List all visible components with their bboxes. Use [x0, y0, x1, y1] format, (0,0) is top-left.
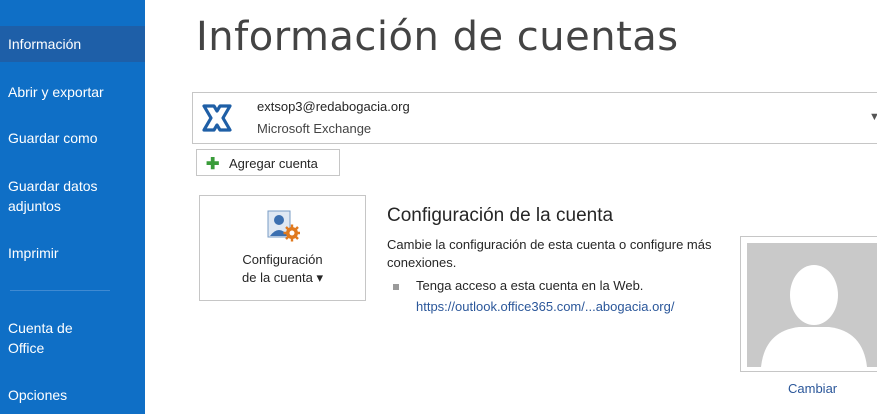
sidebar-item-label: Guardar como — [8, 130, 98, 146]
sidebar-item-abrir-exportar[interactable]: Abrir y exportar — [0, 82, 145, 102]
sidebar-item-imprimir[interactable]: Imprimir — [0, 243, 145, 263]
chevron-down-icon[interactable]: ▼ — [869, 111, 877, 123]
sidebar-divider — [10, 290, 110, 291]
account-settings-label-line1: Configuración — [242, 252, 323, 267]
sidebar-item-guardar-como[interactable]: Guardar como — [0, 128, 145, 148]
account-selector[interactable]: extsop3@redabogacia.org Microsoft Exchan… — [192, 92, 877, 144]
section-description: Cambie la configuración de esta cuenta o… — [387, 237, 712, 270]
plus-icon: ✚ — [206, 156, 220, 173]
exchange-icon — [201, 102, 233, 134]
backstage-sidebar: Información Abrir y exportar Guardar com… — [0, 0, 145, 414]
sidebar-item-label: Guardar datos adjuntos — [8, 178, 98, 214]
add-account-button[interactable]: ✚ Agregar cuenta — [196, 149, 340, 176]
section-title: Configuración de la cuenta — [387, 205, 614, 226]
sidebar-item-cuenta-office[interactable]: Cuenta de Office — [0, 318, 100, 358]
person-placeholder-icon — [747, 243, 877, 367]
change-photo-link[interactable]: Cambiar — [788, 381, 837, 396]
bullet-icon — [393, 284, 399, 290]
account-settings-button[interactable]: Configuración de la cuenta ▾ — [199, 195, 366, 301]
add-account-label: Agregar cuenta — [229, 156, 318, 171]
web-access-link[interactable]: https://outlook.office365.com/...abogaci… — [416, 299, 674, 314]
web-access-text: Tenga acceso a esta cuenta en la Web. — [416, 278, 644, 293]
profile-photo-frame — [740, 236, 877, 372]
sidebar-item-label: Imprimir — [8, 245, 59, 261]
sidebar-item-label: Información — [8, 36, 82, 52]
account-settings-label-line2: de la cuenta ▾ — [242, 270, 323, 285]
sidebar-item-opciones[interactable]: Opciones — [0, 385, 145, 405]
sidebar-item-label: Cuenta de Office — [8, 320, 73, 356]
profile-photo[interactable] — [747, 243, 877, 367]
sidebar-item-label: Opciones — [8, 387, 68, 403]
account-settings-icon — [267, 210, 300, 242]
page-title: Información de cuentas — [196, 14, 679, 60]
sidebar-item-informacion[interactable]: Información — [0, 26, 145, 62]
account-type: Microsoft Exchange — [257, 121, 372, 136]
sidebar-item-label: Abrir y exportar — [8, 84, 104, 100]
account-email: extsop3@redabogacia.org — [257, 99, 410, 114]
sidebar-item-guardar-adjuntos[interactable]: Guardar datos adjuntos — [0, 176, 120, 216]
